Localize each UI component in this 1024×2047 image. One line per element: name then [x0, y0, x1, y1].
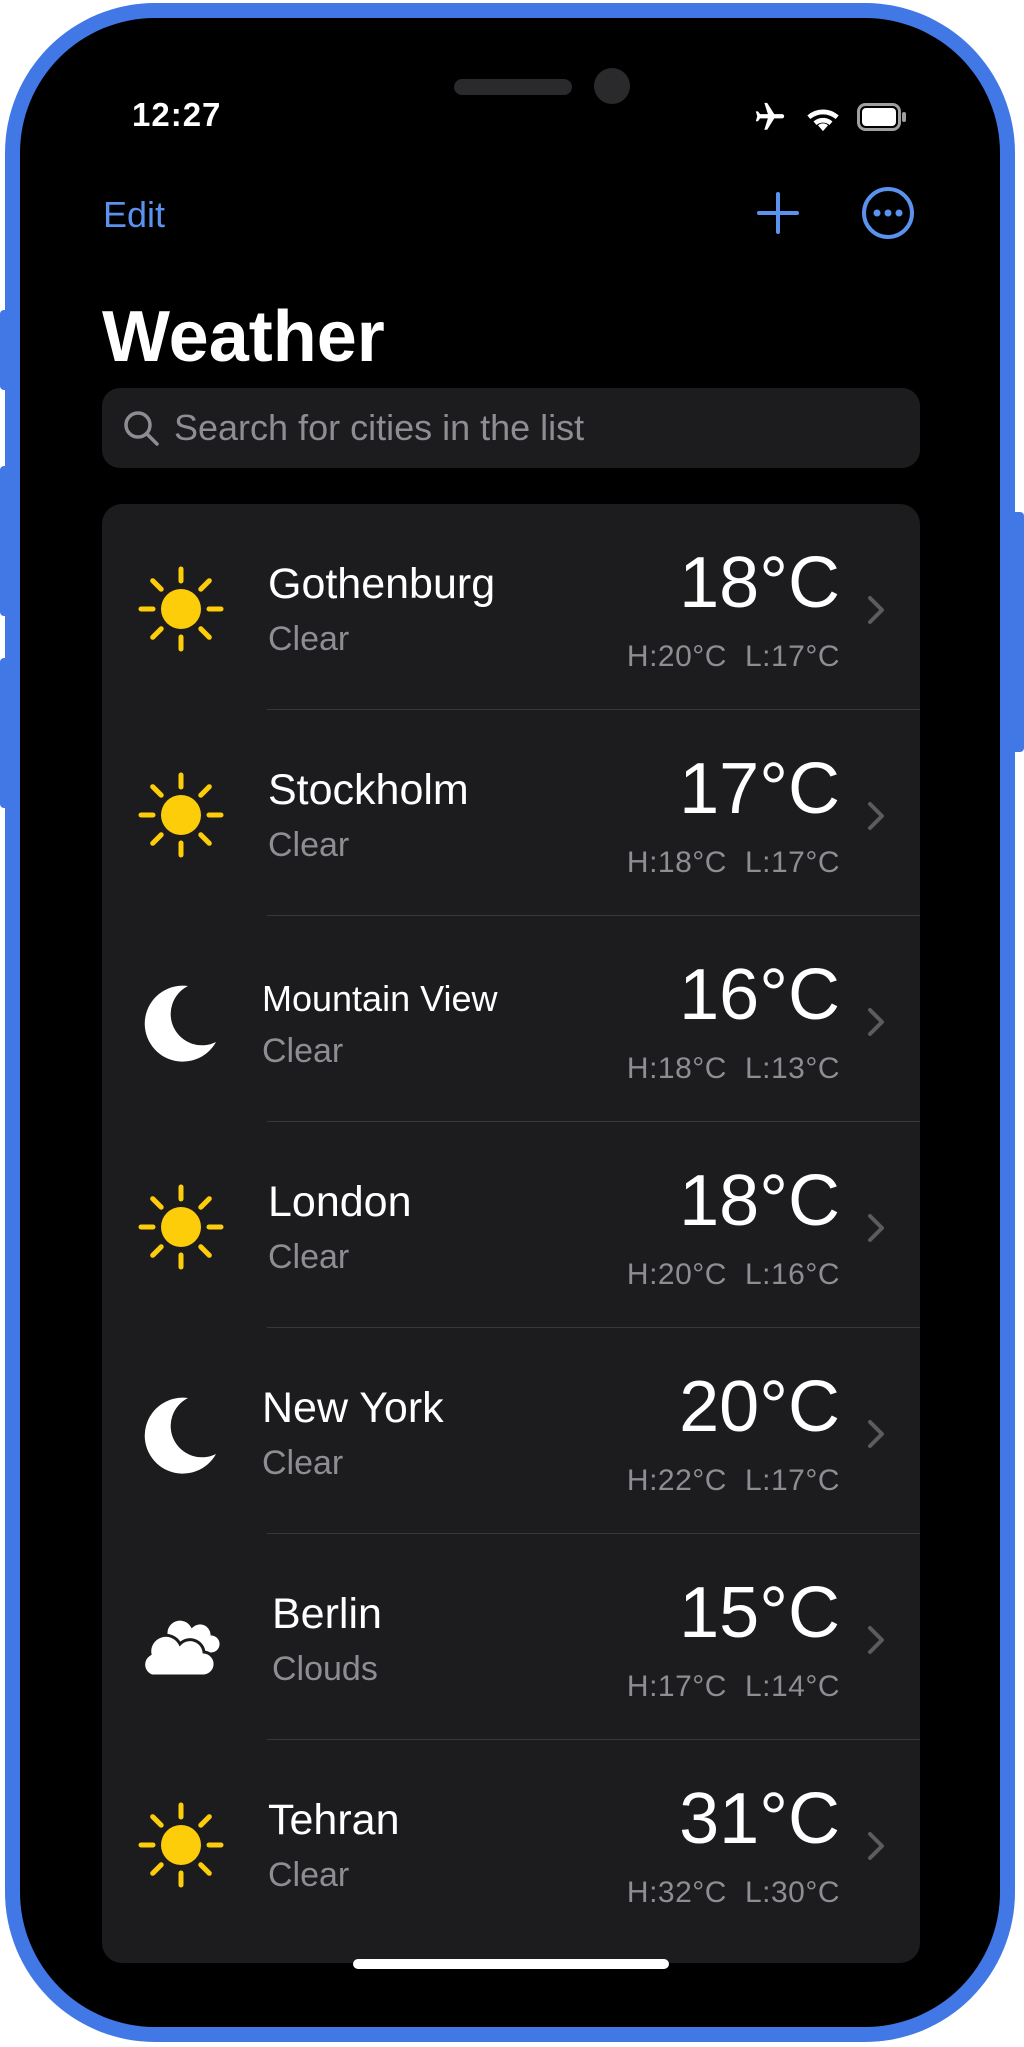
city-temperature: 18°C [679, 1161, 840, 1241]
plus-icon[interactable] [753, 188, 803, 238]
city-high: H:20°C [626, 1258, 727, 1291]
search-bar[interactable] [102, 388, 920, 468]
city-high-low: H:18°C L:17°C [627, 846, 840, 880]
city-high-low: H:32°C L:30°C [627, 1876, 840, 1910]
city-temperature: 20°C [679, 1367, 840, 1447]
sun-icon [138, 1802, 224, 1888]
city-low: L:13°C [744, 1052, 840, 1085]
city-temperature: 15°C [679, 1573, 840, 1653]
city-name: Stockholm [268, 766, 469, 814]
action-button [0, 310, 14, 390]
sun-icon [138, 566, 224, 652]
chevron-right-icon [868, 1420, 884, 1448]
airplane-icon [755, 102, 785, 130]
wifi-icon [807, 109, 839, 132]
home-indicator[interactable] [353, 1959, 669, 1969]
battery-icon [857, 103, 906, 131]
page-title: Weather [102, 297, 385, 377]
city-row[interactable]: New York Clear 20°C H:22°C L:17°C [102, 1328, 920, 1534]
ellipsis-circle-icon[interactable] [861, 186, 915, 240]
edit-button[interactable]: Edit [103, 194, 165, 236]
status-time: 12:27 [132, 96, 222, 133]
city-name: Berlin [272, 1590, 382, 1638]
city-row[interactable]: London Clear 18°C H:20°C L:16°C [102, 1122, 920, 1328]
city-name: London [268, 1178, 412, 1226]
moon-icon [144, 985, 216, 1062]
city-high-low: H:20°C L:17°C [627, 640, 840, 674]
city-low: L:17°C [744, 1464, 840, 1497]
city-temperature: 18°C [679, 543, 840, 623]
city-condition: Clear [268, 620, 350, 658]
city-high-low: H:22°C L:17°C [627, 1464, 840, 1498]
city-name: Mountain View [262, 978, 498, 1019]
city-name: Gothenburg [268, 560, 496, 608]
city-condition: Clear [262, 1032, 344, 1070]
city-row[interactable]: Gothenburg Clear 18°C H:20°C L:17°C [102, 504, 920, 710]
city-low: L:17°C [744, 846, 840, 879]
city-high: H:18°C [626, 1052, 727, 1085]
volume-up-button [0, 466, 14, 616]
moon-icon [144, 1397, 216, 1474]
city-high: H:18°C [626, 846, 727, 879]
search-input[interactable] [172, 406, 896, 450]
city-high-low: H:20°C L:16°C [627, 1258, 840, 1292]
city-low: L:30°C [744, 1876, 840, 1909]
speaker-grille [454, 79, 572, 95]
search-icon [124, 411, 159, 446]
chevron-right-icon [868, 1832, 884, 1860]
city-high-low: H:18°C L:13°C [627, 1052, 840, 1086]
city-name: New York [262, 1384, 444, 1432]
city-high: H:20°C [626, 640, 727, 673]
chevron-right-icon [868, 596, 884, 624]
city-high: H:17°C [626, 1670, 727, 1703]
screen: 12:27 Edit Weather GothenburgClea [20, 18, 1000, 2027]
city-condition: Clear [268, 1856, 350, 1894]
city-low: L:14°C [744, 1670, 840, 1703]
volume-down-button [0, 658, 14, 808]
city-temperature: 16°C [679, 955, 840, 1035]
city-condition: Clear [268, 826, 350, 864]
city-list: Gothenburg Clear 18°C H:20°C L:17°C Stockholm… [102, 504, 920, 1963]
city-name: Tehran [268, 1796, 400, 1844]
city-row[interactable]: Mountain View Clear 16°C H:18°C L:13°C [102, 916, 920, 1122]
city-condition: Clouds [272, 1650, 378, 1688]
status-icons [751, 100, 907, 134]
chevron-right-icon [868, 1008, 884, 1036]
city-row[interactable]: Stockholm Clear 17°C H:18°C L:17°C [102, 710, 920, 916]
city-row[interactable]: Berlin Clouds 15°C H:17°C L:14°C [102, 1534, 920, 1740]
chevron-right-icon [868, 1626, 884, 1654]
sun-icon [138, 772, 224, 858]
clouds-icon [142, 1617, 223, 1678]
power-button [1010, 512, 1024, 752]
city-condition: Clear [268, 1238, 350, 1276]
city-high: H:22°C [626, 1464, 727, 1497]
front-camera [594, 68, 630, 104]
chevron-right-icon [868, 1214, 884, 1242]
city-low: L:17°C [744, 640, 840, 673]
city-high: H:32°C [626, 1876, 727, 1909]
city-high-low: H:17°C L:14°C [627, 1670, 840, 1704]
city-low: L:16°C [744, 1258, 840, 1291]
chevron-right-icon [868, 802, 884, 830]
city-temperature: 17°C [679, 749, 840, 829]
city-row[interactable]: Tehran Clear 31°C H:32°C L:30°C [102, 1740, 920, 1946]
sun-icon [138, 1184, 224, 1270]
city-condition: Clear [262, 1444, 344, 1482]
city-temperature: 31°C [679, 1779, 840, 1859]
